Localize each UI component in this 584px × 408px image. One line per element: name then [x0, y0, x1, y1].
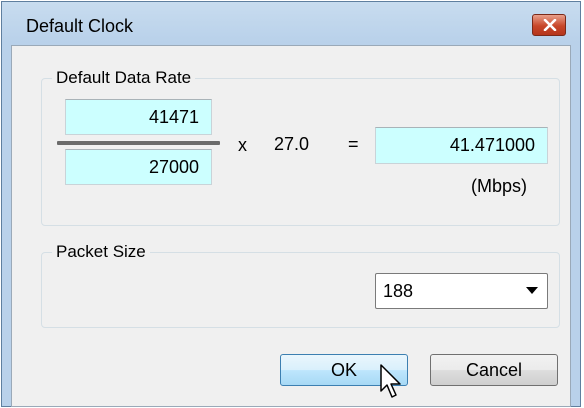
packet-size-group: Packet Size 188: [41, 242, 560, 328]
equals-sign: =: [348, 134, 359, 154]
denominator-field[interactable]: 27000: [65, 149, 212, 185]
close-button[interactable]: [532, 14, 566, 36]
packet-size-value: 188: [383, 281, 414, 301]
window-title: Default Clock: [26, 16, 134, 36]
cancel-button[interactable]: Cancel: [430, 354, 558, 386]
data-rate-group: Default Data Rate 41471 27000 x 27.0 = 4…: [41, 68, 560, 226]
mouse-pointer-icon: [380, 364, 401, 398]
unit-label: (Mbps): [471, 176, 528, 196]
numerator-field[interactable]: 41471: [65, 99, 212, 135]
multiplier-value: 27.0: [274, 134, 310, 154]
title-bar[interactable]: Default Clock: [2, 2, 580, 38]
dialog-window: Default Clock Default Data Rate 41471 27…: [1, 1, 581, 407]
packet-size-select[interactable]: 188: [375, 273, 548, 309]
data-rate-group-label: Default Data Rate: [52, 68, 196, 88]
chevron-down-icon[interactable]: [526, 287, 538, 295]
fraction-line: [57, 141, 220, 145]
multiply-sign: x: [238, 135, 247, 155]
close-icon: [543, 19, 557, 31]
packet-size-group-label: Packet Size: [52, 242, 150, 262]
result-field: 41.471000: [375, 127, 548, 164]
dialog-body: Default Data Rate 41471 27000 x 27.0 = 4…: [11, 45, 571, 407]
